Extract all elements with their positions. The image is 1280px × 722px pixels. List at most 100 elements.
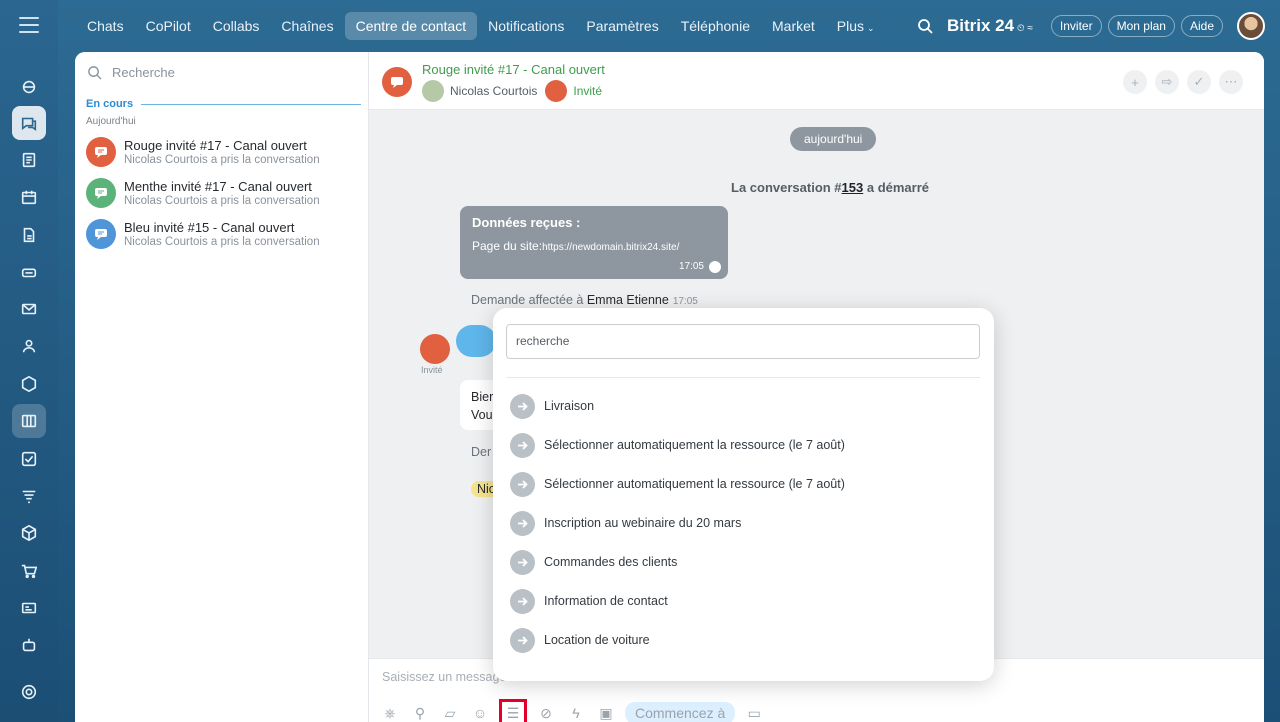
chat-actions: + ⇨ ✓ ⋯ <box>1115 70 1243 94</box>
list-item[interactable]: Rouge invité #17 - Canal ouvert Nicolas C… <box>86 133 364 171</box>
quick-answer-label: Livraison <box>544 399 595 413</box>
received-url[interactable]: https://newdomain.bitrix24.site/ <box>542 242 679 253</box>
operator-name[interactable]: Nicolas Courtois <box>450 84 537 98</box>
drive-icon[interactable] <box>12 255 46 289</box>
message-input[interactable]: Saisissez un message <box>382 670 506 684</box>
arrow-right-icon <box>510 432 535 458</box>
robot-icon[interactable] <box>12 628 46 662</box>
operator-avatar[interactable] <box>422 80 444 102</box>
arrow-right-icon <box>510 549 535 575</box>
screen-icon[interactable]: ▭ <box>743 702 765 722</box>
quick-answer-item[interactable]: Information de contact <box>510 588 668 614</box>
started-suffix: a démarré <box>863 180 930 195</box>
form-icon[interactable]: ▣ <box>595 702 617 722</box>
tab-settings[interactable]: Paramètres <box>575 12 669 40</box>
mail-icon[interactable] <box>12 292 46 326</box>
conversation-started: La conversation #153 a démarré <box>731 180 929 195</box>
tab-contact-center[interactable]: Centre de contact <box>344 12 478 40</box>
tab-collabs[interactable]: Collabs <box>202 12 271 40</box>
user-avatar[interactable] <box>1237 12 1265 40</box>
search-icon[interactable] <box>917 18 933 34</box>
brand-logo[interactable]: Bitrix 24 ⏲ ≈ <box>947 16 1033 36</box>
forward-icon[interactable]: ⇨ <box>1155 70 1179 94</box>
chat-icon[interactable] <box>12 106 46 140</box>
header-right: Bitrix 24 ⏲ ≈ Inviter Mon plan Aide <box>917 10 1265 42</box>
document-icon[interactable] <box>12 143 46 177</box>
settings-icon[interactable] <box>12 675 46 709</box>
card-icon[interactable] <box>12 591 46 625</box>
guest-message-avatar[interactable] <box>420 334 450 364</box>
guest-message-label: Invité <box>421 365 443 375</box>
arrow-right-icon <box>510 588 535 614</box>
file-icon[interactable] <box>12 218 46 252</box>
list-item-subtitle: Nicolas Courtois a pris la conversation <box>124 236 320 248</box>
cart-icon[interactable] <box>12 554 46 588</box>
message-time: 17:05 <box>678 261 704 272</box>
date-separator: aujourd'hui <box>790 127 877 151</box>
conversation-search[interactable]: Recherche <box>87 65 175 80</box>
copilot-bubble[interactable] <box>456 325 496 357</box>
chat-title[interactable]: Rouge invité #17 - Canal ouvert <box>422 62 605 77</box>
day-label: Aujourd'hui <box>86 116 136 127</box>
chat-avatar <box>382 67 412 97</box>
hide-icon[interactable]: ⊘ <box>535 702 557 722</box>
help-button[interactable]: Aide <box>1180 15 1223 37</box>
tab-copilot[interactable]: CoPilot <box>135 12 202 40</box>
guest-avatar[interactable] <box>545 80 568 102</box>
received-label: Page du site: <box>472 239 543 253</box>
hexagon-icon[interactable] <box>12 367 46 401</box>
chat-header: Rouge invité #17 - Canal ouvert Nicolas … <box>369 52 1264 110</box>
quick-answer-item[interactable]: Sélectionner automatiquement la ressourc… <box>510 471 845 497</box>
filter-icon[interactable] <box>12 479 46 513</box>
conversation-number-link[interactable]: 153 <box>842 180 864 195</box>
left-rail <box>0 0 58 722</box>
quick-answer-item[interactable]: Livraison <box>510 393 594 419</box>
copilot-icon[interactable] <box>12 70 46 104</box>
tab-market[interactable]: Market <box>761 12 826 40</box>
arrow-right-icon <box>510 393 535 419</box>
quick-answers-icon[interactable]: ☰ <box>499 699 527 722</box>
more-icon[interactable]: ⋯ <box>1219 70 1243 94</box>
tab-more[interactable]: Plus ⌄ <box>826 12 886 40</box>
list-item[interactable]: Menthe invité #17 - Canal ouvert Nicolas … <box>86 174 364 212</box>
tab-telephony[interactable]: Téléphonie <box>670 12 761 40</box>
tab-channels[interactable]: Chaînes <box>270 12 344 40</box>
kanban-icon[interactable] <box>12 404 46 438</box>
box-icon[interactable] <box>12 516 46 550</box>
start-chip[interactable]: Commencez à <box>625 702 736 722</box>
quick-answer-label: Location de voiture <box>544 633 650 647</box>
chat-bubble-icon <box>86 137 116 167</box>
chevron-down-icon: ⌄ <box>867 23 875 33</box>
tab-chats[interactable]: Chats <box>76 12 135 40</box>
list-item[interactable]: Bleu invité #15 - Canal ouvert Nicolas Co… <box>86 215 364 253</box>
popup-divider <box>506 377 980 378</box>
quick-answer-item[interactable]: Location de voiture <box>510 627 650 653</box>
arrow-right-icon <box>510 627 535 653</box>
add-icon[interactable]: + <box>1123 70 1147 94</box>
invite-button[interactable]: Inviter <box>1050 15 1102 37</box>
list-item-title: Bleu invité #15 - Canal ouvert <box>124 220 295 235</box>
calendar-icon[interactable] <box>12 180 46 214</box>
assigned-prefix: Demande affectée à <box>471 293 587 307</box>
note-icon[interactable]: ▱ <box>439 702 461 722</box>
contacts-icon[interactable] <box>12 329 46 363</box>
my-plan-button[interactable]: Mon plan <box>1107 15 1175 37</box>
assigned-name[interactable]: Emma Etienne <box>587 293 669 307</box>
quick-answer-item[interactable]: Sélectionner automatiquement la ressourc… <box>510 432 845 458</box>
check-icon[interactable]: ✓ <box>1187 70 1211 94</box>
section-divider <box>141 103 361 105</box>
chat-bubble-icon <box>86 219 116 249</box>
quick-answer-item[interactable]: Inscription au webinaire du 20 mars <box>510 510 741 536</box>
person-icon[interactable]: ⚲ <box>409 702 431 722</box>
tab-more-label: Plus <box>836 18 865 34</box>
tab-notifications[interactable]: Notifications <box>477 12 575 40</box>
tasks-icon[interactable] <box>12 442 46 476</box>
attach-icon[interactable]: ⎈ <box>379 702 401 722</box>
quick-answers-search[interactable]: recherche <box>506 324 980 359</box>
menu-icon[interactable] <box>19 17 39 33</box>
guest-label[interactable]: Invité <box>573 84 602 98</box>
quick-answer-item[interactable]: Commandes des clients <box>510 549 677 575</box>
emoji-icon[interactable]: ☺ <box>469 702 491 722</box>
top-nav: Chats CoPilot Collabs Chaînes Centre de … <box>76 10 886 42</box>
lightning-icon[interactable]: ϟ <box>565 702 587 722</box>
